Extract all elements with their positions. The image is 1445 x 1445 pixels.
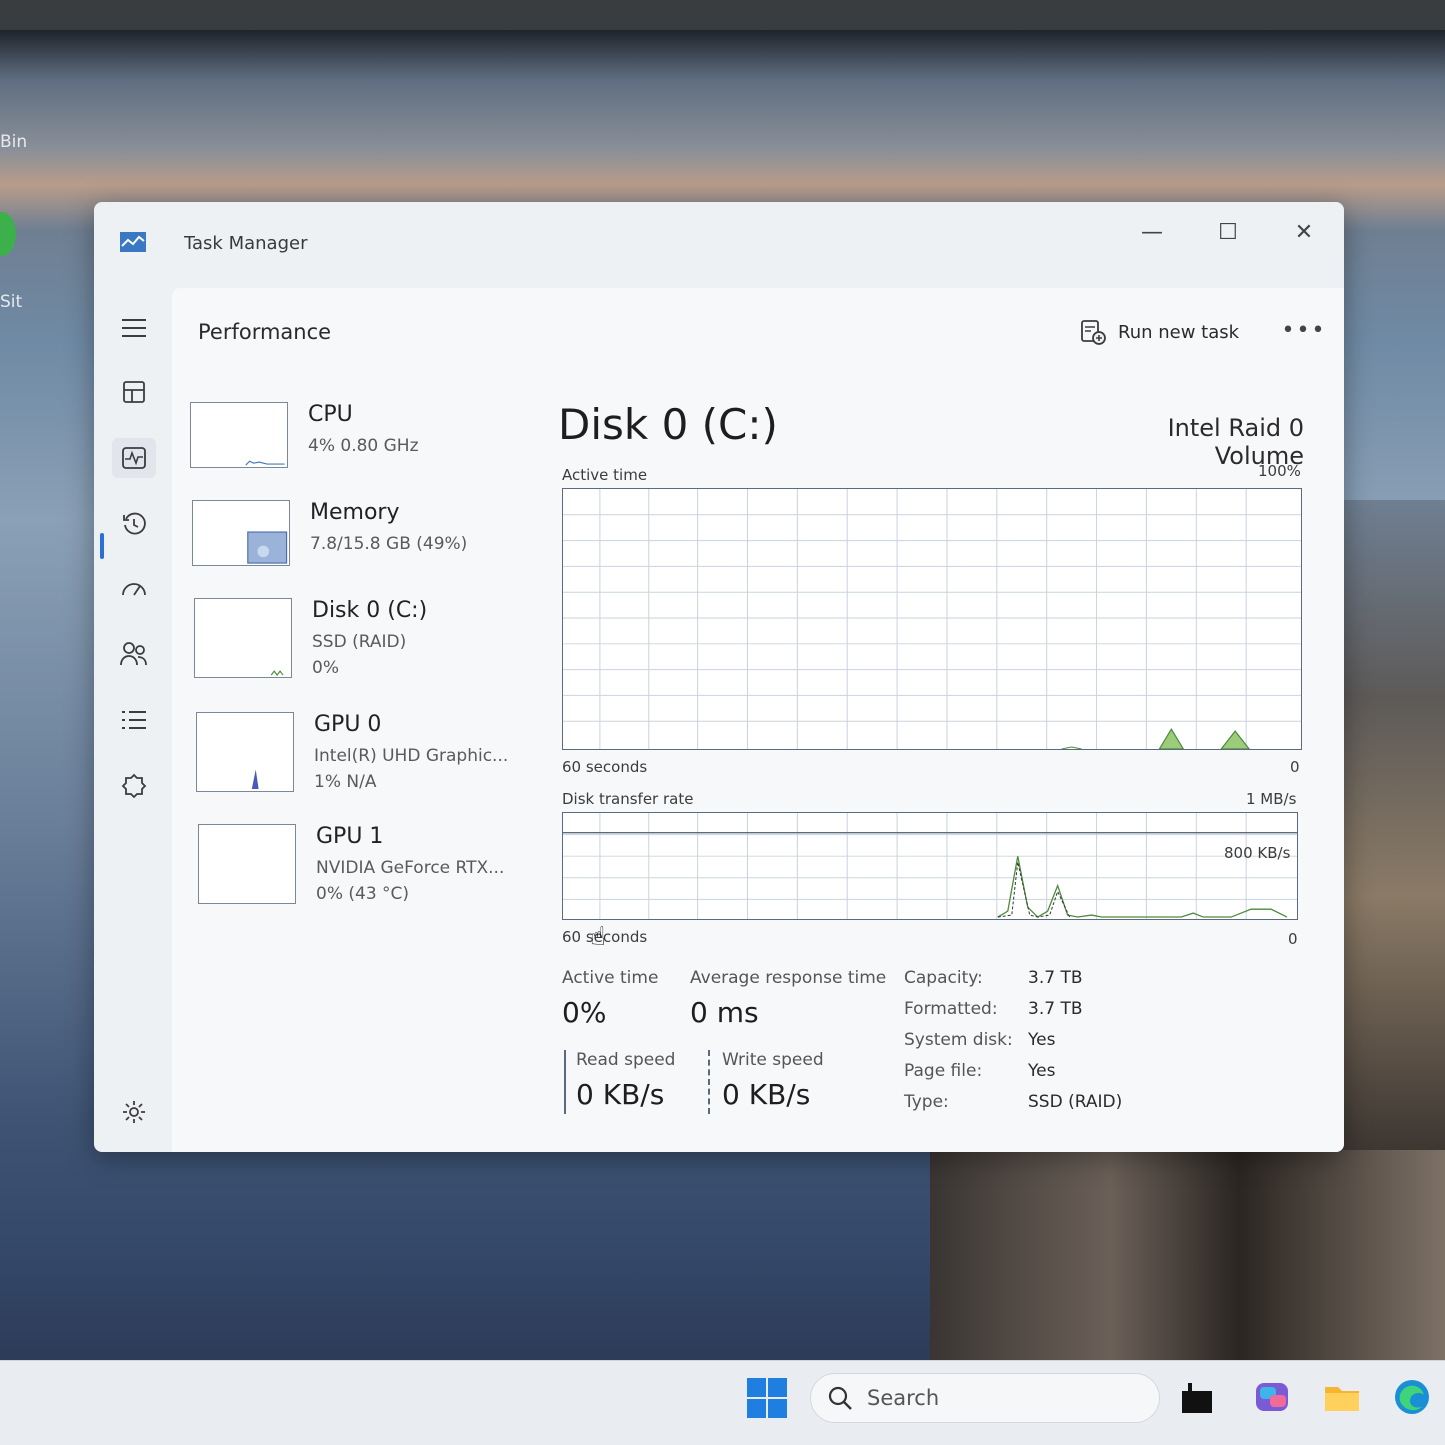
transfer-rate-graph-min: 0	[1288, 930, 1298, 948]
transfer-rate-graph-label: Disk transfer rate	[562, 790, 694, 808]
capacity-label: Capacity:	[904, 968, 983, 988]
resource-name: Disk 0 (C:)	[312, 598, 428, 623]
taskbar: Search	[0, 1360, 1445, 1445]
startup-apps-icon[interactable]	[112, 568, 156, 608]
active-time-graph-min: 0	[1290, 758, 1300, 776]
close-button[interactable]: ✕	[1276, 212, 1332, 252]
task-manager-window: Task Manager — ☐ ✕ Performance Run new t…	[94, 202, 1344, 1152]
resource-detail: 4% 0.80 GHz	[308, 436, 419, 456]
copilot-icon[interactable]	[1252, 1377, 1292, 1417]
write-speed-value: 0 KB/s	[722, 1078, 811, 1111]
gpu1-thumbnail-graph	[198, 824, 296, 904]
run-new-task-label: Run new task	[1118, 321, 1240, 343]
task-manager-app-icon	[120, 232, 146, 252]
desktop-icon-label[interactable]: Sit	[0, 292, 22, 312]
resource-name: Memory	[310, 500, 400, 525]
maximize-button[interactable]: ☐	[1200, 212, 1256, 252]
active-time-graph	[562, 488, 1302, 750]
resource-item-gpu0[interactable]: GPU 0 Intel(R) UHD Graphic... 1% N/A	[196, 712, 536, 802]
active-time-value: 0%	[562, 996, 607, 1029]
active-time-graph-max: 100%	[1258, 462, 1301, 480]
performance-content: Performance Run new task ••• CPU 4% 0.80…	[172, 288, 1344, 1152]
cpu-thumbnail-graph	[190, 402, 288, 468]
resource-detail: 7.8/15.8 GB (49%)	[310, 534, 468, 554]
write-speed-indicator	[708, 1050, 710, 1114]
resource-usage: 0% (43 °C)	[316, 884, 410, 904]
performance-icon[interactable]	[112, 438, 156, 478]
hamburger-icon[interactable]	[112, 308, 156, 348]
navigation-rail	[94, 286, 174, 1152]
resource-name: GPU 0	[314, 712, 382, 737]
desktop-icon-label[interactable]: Bin	[0, 132, 27, 152]
resource-usage: 1% N/A	[314, 772, 377, 792]
services-icon[interactable]	[112, 766, 156, 806]
nav-selection-indicator	[100, 533, 104, 559]
memory-thumbnail-graph	[192, 500, 290, 566]
disk-title: Disk 0 (C:)	[558, 400, 778, 449]
title-bar[interactable]: Task Manager — ☐ ✕	[94, 202, 1344, 286]
capacity-value: 3.7 TB	[1028, 968, 1083, 988]
transfer-rate-graph-max: 1 MB/s	[1246, 790, 1297, 808]
resource-detail: NVIDIA GeForce RTX...	[316, 858, 505, 878]
resource-item-gpu1[interactable]: GPU 1 NVIDIA GeForce RTX... 0% (43 °C)	[198, 824, 538, 914]
resource-item-cpu[interactable]: CPU 4% 0.80 GHz	[190, 402, 530, 492]
type-label: Type:	[904, 1092, 949, 1112]
write-speed-label: Write speed	[722, 1050, 824, 1070]
users-icon[interactable]	[112, 634, 156, 674]
windows-start-icon[interactable]	[746, 1377, 788, 1419]
resource-detail: SSD (RAID)	[312, 632, 407, 652]
avg-response-label: Average response time	[690, 968, 887, 988]
page-file-value: Yes	[1028, 1061, 1056, 1081]
run-new-task-button[interactable]: Run new task	[1080, 314, 1239, 350]
details-icon[interactable]	[112, 700, 156, 740]
resource-name: GPU 1	[316, 824, 384, 849]
resource-usage: 0%	[312, 658, 339, 678]
search-icon	[828, 1386, 852, 1410]
formatted-label: Formatted:	[904, 999, 998, 1019]
minimize-button[interactable]: —	[1124, 212, 1180, 252]
active-time-graph-span: 60 seconds	[562, 758, 648, 776]
task-view-icon[interactable]	[1178, 1377, 1218, 1417]
system-disk-label: System disk:	[904, 1030, 1013, 1050]
settings-icon[interactable]	[112, 1092, 156, 1132]
more-options-button[interactable]: •••	[1282, 312, 1325, 348]
read-speed-indicator	[564, 1050, 566, 1114]
active-time-graph-label: Active time	[562, 466, 648, 484]
avg-response-value: 0 ms	[690, 996, 759, 1029]
resource-item-memory[interactable]: Memory 7.8/15.8 GB (49%)	[192, 500, 532, 590]
window-title: Task Manager	[184, 233, 308, 254]
search-placeholder: Search	[867, 1386, 940, 1410]
gpu0-thumbnail-graph	[196, 712, 294, 792]
file-explorer-icon[interactable]	[1322, 1377, 1362, 1417]
hand-pointer-icon: ☝	[590, 922, 606, 952]
wallpaper-pier-bottom	[930, 1150, 1445, 1360]
wallpaper-pier	[1338, 500, 1445, 1160]
resource-item-disk0[interactable]: Disk 0 (C:) SSD (RAID) 0%	[194, 598, 534, 688]
taskbar-search-box[interactable]: Search	[810, 1373, 1160, 1423]
transfer-rate-graph-mid: 800 KB/s	[1224, 844, 1291, 862]
page-file-label: Page file:	[904, 1061, 983, 1081]
page-title: Performance	[198, 320, 332, 344]
system-disk-value: Yes	[1028, 1030, 1056, 1050]
edge-browser-icon[interactable]	[1392, 1377, 1432, 1417]
screen-bezel	[0, 0, 1445, 30]
transfer-rate-graph	[562, 812, 1298, 920]
run-task-icon	[1081, 320, 1106, 345]
formatted-value: 3.7 TB	[1028, 999, 1083, 1019]
disk-thumbnail-graph	[194, 598, 292, 678]
resource-detail: Intel(R) UHD Graphic...	[314, 746, 509, 766]
read-speed-value: 0 KB/s	[576, 1078, 665, 1111]
type-value: SSD (RAID)	[1028, 1092, 1123, 1112]
read-speed-label: Read speed	[576, 1050, 676, 1070]
processes-icon[interactable]	[112, 372, 156, 412]
app-history-icon[interactable]	[112, 504, 156, 544]
resource-name: CPU	[308, 402, 353, 427]
active-time-label: Active time	[562, 968, 659, 988]
